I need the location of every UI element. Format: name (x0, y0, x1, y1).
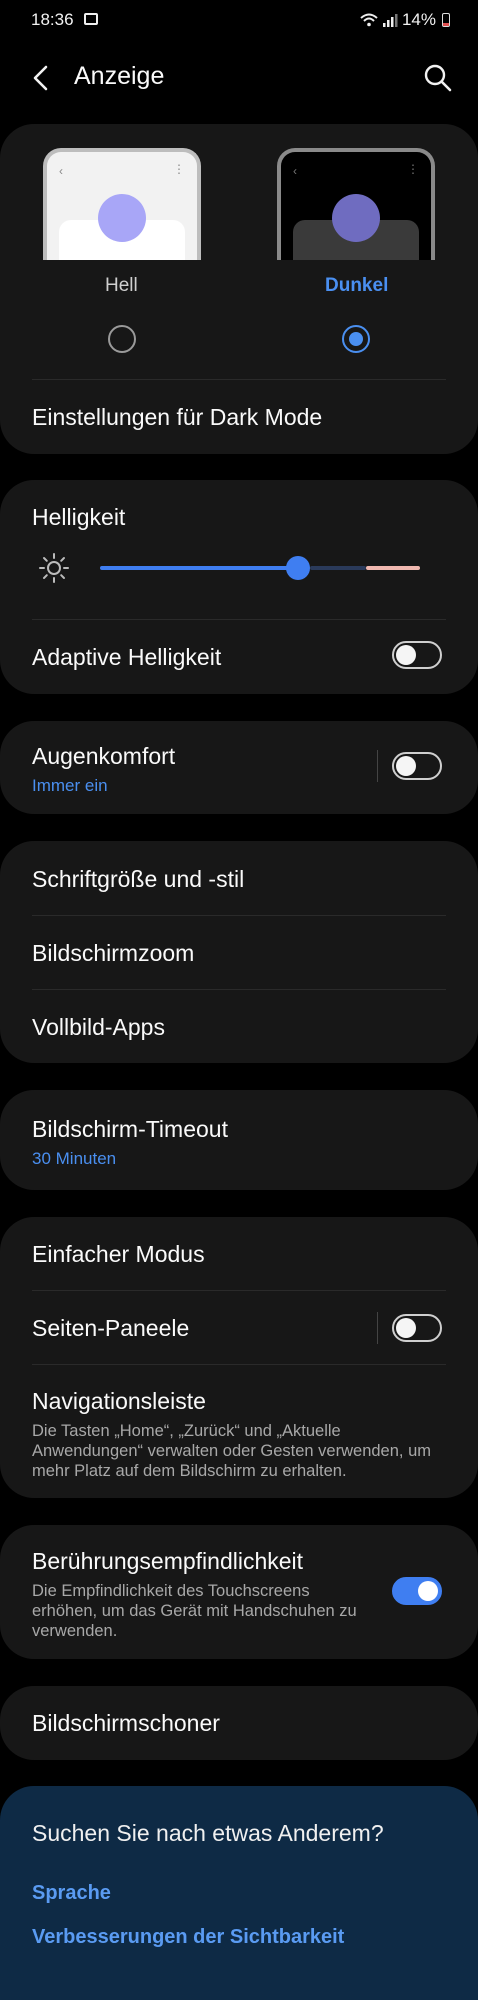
language-link[interactable]: Sprache (32, 1882, 111, 1905)
font-size-style-item[interactable]: Schriftgröße und -stil (32, 866, 446, 893)
screen-timeout-value: 30 Minuten (32, 1149, 117, 1168)
status-bar: 18:36 14% (0, 0, 478, 40)
edge-panels-label[interactable]: Seiten-Paneele (32, 1315, 446, 1342)
preview-back-icon: ‹ (59, 164, 63, 178)
light-theme-label: Hell (105, 275, 138, 296)
preview-more-icon: ⋮ (173, 162, 185, 176)
suggestions-title: Suchen Sie nach etwas Anderem? (32, 1820, 384, 1846)
preview-back-icon: ‹ (293, 164, 297, 178)
slider-thumb[interactable] (286, 556, 310, 580)
divider (32, 1364, 446, 1365)
touch-sensitivity-toggle[interactable] (392, 1577, 442, 1605)
status-time: 18:36 (31, 10, 74, 29)
navigation-bar-label: Navigationsleiste (32, 1388, 206, 1414)
signal-icon (382, 14, 398, 27)
toggle-knob (396, 645, 416, 665)
suggestions-card: Suchen Sie nach etwas Anderem? Sprache V… (0, 1786, 478, 2000)
edge-panels-toggle[interactable] (392, 1314, 442, 1342)
divider (32, 989, 446, 990)
screen-timeout-label: Bildschirm-Timeout (32, 1116, 228, 1142)
back-arrow-icon[interactable] (26, 62, 58, 94)
eye-comfort-status: Immer ein (32, 776, 108, 795)
dark-theme-preview[interactable]: ‹ ⋮ (277, 148, 435, 260)
navigation-bar-description: Die Tasten „Home“, „Zurück“ und „Aktuell… (32, 1422, 431, 1480)
touch-sensitivity-item[interactable]: Berührungsempfindlichkeit Die Empfindlic… (32, 1548, 368, 1641)
eye-comfort-item[interactable]: Augenkomfort Immer ein (32, 743, 446, 796)
brightness-sun-icon (39, 553, 69, 583)
light-theme-radio[interactable] (108, 325, 136, 353)
battery-percent: 14% (401, 10, 436, 29)
toggle-knob (418, 1581, 438, 1601)
screen-zoom-item[interactable]: Bildschirmzoom (32, 940, 446, 967)
preview-more-icon: ⋮ (407, 162, 419, 176)
light-theme-preview[interactable]: ‹ ⋮ (43, 148, 201, 260)
visibility-enhancements-link[interactable]: Verbesserungen der Sichtbarkeit (32, 1926, 344, 1949)
toggle-knob (396, 756, 416, 776)
divider (32, 379, 446, 380)
preview-avatar (98, 194, 146, 242)
page-title: Anzeige (74, 62, 165, 90)
vertical-separator (377, 1312, 378, 1344)
brightness-label: Helligkeit (32, 504, 126, 530)
divider (32, 1290, 446, 1291)
battery-icon (442, 13, 450, 27)
adaptive-brightness-toggle[interactable] (392, 641, 442, 669)
preview-avatar (332, 194, 380, 242)
search-icon[interactable] (422, 62, 454, 94)
app-bar: Anzeige (0, 40, 478, 116)
slider-track-extra-dim (366, 566, 420, 570)
divider (32, 915, 446, 916)
screen-timeout-item[interactable]: Bildschirm-Timeout 30 Minuten (32, 1116, 446, 1169)
fullscreen-apps-item[interactable]: Vollbild-Apps (32, 1014, 446, 1041)
eye-comfort-toggle[interactable] (392, 752, 442, 780)
adaptive-brightness-label: Adaptive Helligkeit (32, 644, 222, 670)
slider-fill (100, 566, 298, 570)
brightness-slider[interactable] (100, 556, 420, 580)
slider-track-inactive (310, 566, 366, 570)
vertical-separator (377, 750, 378, 782)
eye-comfort-label: Augenkomfort (32, 743, 176, 769)
touch-sensitivity-label: Berührungsempfindlichkeit (32, 1548, 304, 1574)
status-icons: 14% (360, 10, 450, 30)
dark-mode-settings-item[interactable]: Einstellungen für Dark Mode (32, 404, 446, 431)
gallery-notification-icon (84, 13, 98, 25)
divider (32, 619, 446, 620)
navigation-bar-item[interactable]: Navigationsleiste Die Tasten „Home“, „Zu… (32, 1388, 446, 1481)
screensaver-item[interactable]: Bildschirmschoner (32, 1710, 446, 1737)
dark-theme-label: Dunkel (325, 275, 389, 296)
easy-mode-item[interactable]: Einfacher Modus (32, 1241, 446, 1268)
touch-sensitivity-description: Die Empfindlichkeit des Touchscreens erh… (32, 1582, 357, 1640)
toggle-knob (396, 1318, 416, 1338)
wifi-icon (360, 13, 378, 27)
dark-theme-radio[interactable] (342, 325, 370, 353)
